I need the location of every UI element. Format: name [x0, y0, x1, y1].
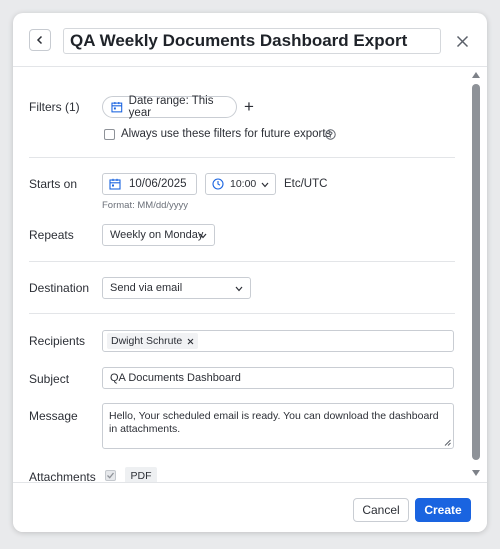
- close-icon: [456, 35, 468, 47]
- checkmark-icon: [107, 472, 115, 479]
- subject-input[interactable]: QA Documents Dashboard: [102, 367, 454, 389]
- start-date-value: 10/06/2025: [129, 178, 187, 190]
- destination-select[interactable]: Send via email: [102, 277, 251, 299]
- calendar-icon: [111, 101, 123, 113]
- start-time-value: 10:00: [230, 178, 257, 190]
- attachment-checkbox[interactable]: [105, 470, 116, 481]
- filter-chip-date-range[interactable]: Date range: This year: [102, 95, 237, 119]
- start-time-select[interactable]: 10:00: [205, 173, 276, 195]
- cancel-button[interactable]: Cancel: [353, 498, 409, 522]
- chevron-down-icon: [235, 286, 243, 292]
- calendar-icon: [109, 178, 121, 190]
- scroll-down-arrow[interactable]: [472, 470, 480, 476]
- close-button[interactable]: [452, 31, 472, 51]
- message-value: Hello, Your scheduled email is ready. Yo…: [109, 410, 439, 435]
- date-format-hint: Format: MM/dd/yyyy: [102, 200, 189, 211]
- destination-value: Send via email: [110, 282, 183, 294]
- recipients-label: Recipients: [29, 334, 86, 348]
- create-button[interactable]: Create: [415, 498, 471, 522]
- chevron-down-icon: [199, 233, 207, 239]
- message-label: Message: [29, 409, 78, 423]
- dialog-header: [13, 13, 487, 67]
- dialog-footer: Cancel Create: [13, 482, 487, 532]
- scroll-up-arrow[interactable]: [472, 72, 480, 78]
- destination-label: Destination: [29, 281, 90, 295]
- back-button[interactable]: [29, 29, 51, 51]
- filter-chip-label: Date range: This year: [128, 95, 214, 119]
- remove-recipient-icon[interactable]: [187, 338, 194, 345]
- dialog-body: Filters (1) Date range: This year + Alwa…: [13, 68, 487, 482]
- always-use-filters-checkbox[interactable]: [104, 129, 115, 140]
- resize-handle-icon[interactable]: [444, 439, 451, 446]
- divider: [29, 157, 455, 158]
- always-use-filters-label: Always use these filters for future expo…: [121, 128, 332, 140]
- add-filter-button[interactable]: +: [241, 98, 257, 115]
- recipients-input[interactable]: Dwight Schrute: [102, 330, 454, 352]
- chevron-left-icon: [36, 35, 43, 45]
- divider: [29, 261, 455, 262]
- start-date-input[interactable]: 10/06/2025: [102, 173, 197, 195]
- subject-label: Subject: [29, 372, 70, 386]
- export-title-input[interactable]: [63, 28, 441, 54]
- recipient-tag: Dwight Schrute: [107, 333, 199, 349]
- divider: [29, 313, 455, 314]
- message-textarea[interactable]: Hello, Your scheduled email is ready. Yo…: [102, 403, 454, 449]
- clock-icon: [212, 178, 224, 190]
- recipient-name: Dwight Schrute: [111, 335, 183, 347]
- attachment-format-badge: PDF: [125, 467, 157, 482]
- subject-value: QA Documents Dashboard: [110, 372, 241, 384]
- schedule-export-dialog: Filters (1) Date range: This year + Alwa…: [13, 13, 487, 532]
- scrollbar-thumb[interactable]: [472, 84, 480, 460]
- timezone-label: Etc/UTC: [284, 178, 328, 190]
- chevron-down-icon: [261, 182, 269, 188]
- starts-on-label: Starts on: [29, 177, 78, 191]
- repeats-value: Weekly on Monday: [110, 229, 204, 241]
- filters-label: Filters (1): [29, 100, 80, 114]
- repeats-select[interactable]: Weekly on Monday: [102, 224, 215, 246]
- attachments-label: Attachments: [29, 470, 96, 482]
- help-icon[interactable]: [325, 129, 336, 140]
- scrollbar[interactable]: [471, 68, 481, 482]
- repeats-label: Repeats: [29, 228, 74, 242]
